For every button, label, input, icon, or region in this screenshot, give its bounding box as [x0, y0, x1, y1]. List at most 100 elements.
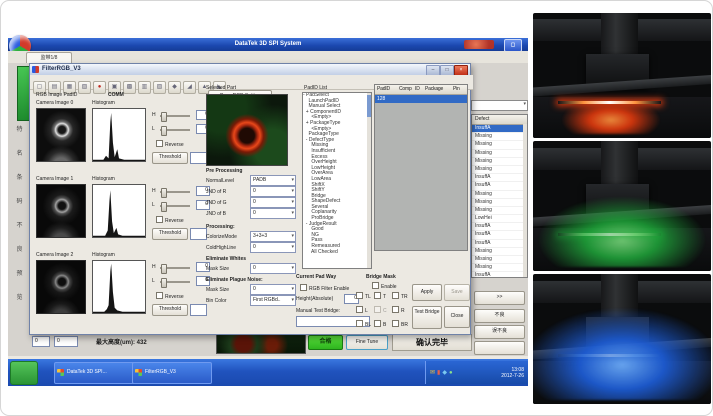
table-row[interactable]: Missing	[472, 199, 527, 207]
field-dropdown[interactable]: First RGBd..	[250, 295, 296, 306]
threshold-button-0[interactable]: Threshold	[152, 152, 188, 164]
close-button[interactable]: Close	[444, 306, 470, 328]
false-defect-button[interactable]: 误不良	[474, 325, 525, 339]
network-icon[interactable]: ▮	[437, 370, 440, 376]
status-field-2[interactable]: 0	[54, 336, 78, 347]
overlay-icon[interactable]: ▨	[153, 81, 166, 94]
field-dropdown[interactable]: 0	[250, 263, 296, 274]
threshold-button-1[interactable]: Threshold	[152, 228, 188, 240]
pad-grid-row[interactable]: 128	[375, 95, 467, 103]
app-icon	[57, 369, 64, 376]
field-dropdown[interactable]: PADB	[250, 175, 296, 186]
start-button[interactable]	[10, 361, 38, 385]
threshold-value-0[interactable]	[190, 152, 207, 164]
defect-table: Defect InsuffAMissingMissingMissingMissi…	[471, 114, 528, 278]
field-dropdown[interactable]: 0	[250, 208, 296, 219]
bridge-mask-cell[interactable]: BL	[356, 320, 374, 334]
fine-tune-button[interactable]: Fine Tune	[346, 335, 388, 350]
bridge-mask-cell[interactable]: L	[356, 306, 374, 320]
bridge-mask-cell[interactable]: BR	[392, 320, 410, 334]
measure-icon[interactable]: ◆	[168, 81, 181, 94]
camera-image-1[interactable]	[36, 184, 86, 238]
table-row[interactable]: InsuffA	[472, 182, 527, 190]
table-row[interactable]: Missing	[472, 207, 527, 215]
checkbox-icon	[300, 284, 307, 291]
cut-icon[interactable]: ▧	[78, 81, 91, 94]
taskbar-app-spi[interactable]: DataTek 3D SPI...	[54, 362, 142, 384]
table-row[interactable]: InsuffA	[472, 272, 527, 278]
pass-button[interactable]: 合格	[308, 335, 343, 350]
defect-filter-dropdown[interactable]	[471, 100, 528, 111]
field-dropdown[interactable]: 0	[250, 242, 296, 253]
reverse-checkbox-2[interactable]: Reverse	[156, 292, 184, 301]
h-slider-0[interactable]	[160, 112, 192, 120]
left-label: 名	[11, 148, 28, 172]
selected-part-image[interactable]	[206, 94, 288, 166]
table-row[interactable]: Missing	[472, 166, 527, 174]
threshold-button-2[interactable]: Threshold	[152, 304, 188, 316]
bridge-mask-cell[interactable]: R	[392, 306, 410, 320]
camera-image-2[interactable]	[36, 260, 86, 314]
table-row[interactable]: InsuffA	[472, 174, 527, 182]
bridge-mask-cell[interactable]: B	[374, 320, 392, 334]
h-slider-1[interactable]	[160, 188, 192, 196]
camera-image-0[interactable]	[36, 108, 86, 162]
table-row[interactable]: Missing	[472, 141, 527, 149]
table-row[interactable]: InsuffA	[472, 223, 527, 231]
table-row[interactable]: Missing	[472, 133, 527, 141]
status-field-1[interactable]: 0	[32, 336, 50, 347]
col-package: Package	[425, 85, 453, 94]
extra-button[interactable]	[474, 341, 525, 355]
h-slider-2[interactable]	[160, 264, 192, 272]
threshold-value-1[interactable]	[190, 228, 207, 240]
field-dropdown[interactable]: 0	[250, 284, 296, 295]
bridge-mask-cell[interactable]: C	[374, 306, 392, 320]
shield-icon[interactable]: ●	[449, 370, 453, 376]
bridge-mask-cell[interactable]: TL	[356, 292, 374, 306]
apply-button[interactable]: Apply	[412, 284, 442, 301]
test-bridge-button[interactable]: Test Bridge	[412, 306, 442, 329]
table-row[interactable]: Missing	[472, 158, 527, 166]
tree-item[interactable]: All Checked	[303, 250, 371, 256]
l-slider-2[interactable]	[160, 278, 192, 286]
table-row[interactable]: InsuffA	[472, 231, 527, 239]
table-row[interactable]: Missing	[472, 264, 527, 272]
checkbox-icon	[392, 320, 399, 327]
bridge-mask-enable-checkbox[interactable]: Enable	[372, 282, 397, 291]
field-dropdown[interactable]: 3+3+3	[250, 231, 296, 242]
table-row[interactable]: Missing	[472, 256, 527, 264]
left-label: 预	[11, 268, 28, 292]
l-slider-1[interactable]	[160, 202, 192, 210]
message-icon[interactable]: ✉	[430, 370, 435, 376]
table-row[interactable]: Missing	[472, 248, 527, 256]
table-row[interactable]: Missing	[472, 191, 527, 199]
l-slider-2-label: L	[152, 278, 155, 285]
taskbar-app-filter[interactable]: FilterRGB_V3	[132, 362, 212, 384]
field-dropdown[interactable]: 0	[250, 197, 296, 208]
table-row[interactable]: Missing	[472, 150, 527, 158]
table-row[interactable]: InsuffA	[472, 125, 527, 133]
record-icon[interactable]: ●	[93, 81, 106, 94]
rgb-filter-enable-checkbox[interactable]: RGB Filter Enable	[300, 284, 349, 293]
l-slider-0[interactable]	[160, 126, 192, 134]
bridge-mask-cell[interactable]: T	[374, 292, 392, 306]
defect-button[interactable]: 不良	[474, 309, 525, 323]
bridge-mask-cell[interactable]: TR	[392, 292, 410, 306]
volume-icon[interactable]: ◆	[442, 370, 447, 376]
reverse-checkbox-0[interactable]: Reverse	[156, 140, 184, 149]
wrench-icon[interactable]: ◢	[183, 81, 196, 94]
table-row[interactable]: InsuffA	[472, 240, 527, 248]
table-row[interactable]: LowHei	[472, 215, 527, 223]
reverse-checkbox-1[interactable]: Reverse	[156, 216, 184, 225]
tree-scrollbar[interactable]	[367, 93, 371, 268]
confirm-complete-button[interactable]: 确认完毕	[392, 334, 472, 351]
laser-line	[558, 354, 661, 357]
threshold-value-2[interactable]	[190, 304, 207, 316]
save-button[interactable]: Save	[444, 284, 470, 301]
grid-icon[interactable]: ▥	[138, 81, 151, 94]
field-dropdown[interactable]: 0	[250, 186, 296, 197]
defect-table-scrollbar[interactable]	[523, 124, 527, 277]
move-button[interactable]: >>	[474, 291, 525, 305]
image-icon[interactable]: ▩	[123, 81, 136, 94]
main-window-titlebar[interactable]: DataTek 3D SPI System ▢	[8, 38, 528, 51]
